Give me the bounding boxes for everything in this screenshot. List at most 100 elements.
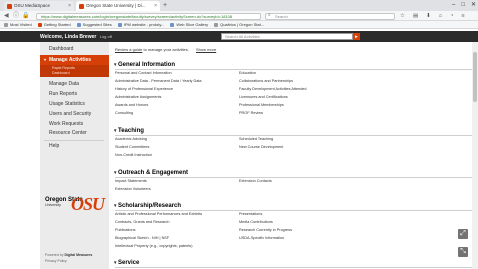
back-arrow-icon[interactable]: ◀ [4,11,9,21]
sidebar-item-manage-data[interactable]: Manage Data [40,79,109,89]
bookmark-label: Suggested Sites [82,21,112,27]
osu-logo: Oregon State University OSU [45,195,105,217]
bookmark-label: Most Visited [10,21,32,27]
section-title: Scholarship/Research [118,203,182,209]
activity-link[interactable]: Extension Volunteers [115,187,151,192]
address-bar[interactable]: https://www.digitalmeasures.com/login/or… [36,12,261,20]
intro-text: to manage your activities. [142,47,189,52]
activity-link[interactable]: Presentations [239,212,262,217]
activity-link[interactable]: Collaborations and Partnerships [239,79,293,84]
browser-tab-oregon-state[interactable]: Oregon State University | Di... × [76,1,160,11]
activity-link[interactable]: Faculty Development Activities Attended [239,87,307,92]
submenu-item-dashboard[interactable]: Dashboard [40,71,109,76]
expand-icon[interactable]: ⤢ [458,229,468,239]
activity-link[interactable]: New Course Development [239,145,283,150]
scrollbar-thumb[interactable] [473,52,477,102]
activity-link[interactable]: Contracts, Grants and Research [115,220,169,225]
show-more-link[interactable]: Show more [196,47,216,52]
maximize-button[interactable]: □ [461,0,465,11]
sidebar-item-help[interactable]: Help [40,141,109,151]
logout-link[interactable]: Log off [100,34,112,39]
bookmark-most-visited[interactable]: Most Visited [4,21,32,29]
close-window-button[interactable]: ✕ [471,0,476,11]
activity-link[interactable]: USDA-Specific Information [239,236,284,241]
bookmark-getting-started[interactable]: Getting Started [37,21,71,29]
review-guide-link[interactable]: Review a guide [115,47,142,52]
activity-search-button[interactable]: ► [353,33,360,40]
download-icon[interactable]: ⬇ [426,11,431,21]
activity-link[interactable]: Intellectual Property (e.g., copyrights,… [115,244,192,249]
activity-link[interactable]: Non-Credit Instruction [115,153,152,158]
bookmark-suggested-sites[interactable]: Suggested Sites [76,21,112,29]
app-header: Welcome, Linda Brewer Log off Search All… [0,31,478,42]
browser-search-field[interactable]: ⌕ Search [265,12,395,20]
activity-link[interactable]: Licensures and Certifications [239,95,288,100]
activity-link[interactable]: Biographical Sketch - NIH | NSF [115,236,169,241]
sidebar-item-usage-statistics[interactable]: Usage Statistics [40,99,109,109]
bookmark-label: Getting Started [43,21,71,27]
section-scholarship-research[interactable]: ▼Scholarship/Research [113,202,181,210]
browser-tab-bar: OSU MediaSpace × Oregon State University… [0,0,478,11]
welcome-text: Welcome, Linda Brewer [40,34,97,40]
activity-link[interactable]: Academic Advising [115,137,147,142]
page-scrollbar[interactable] [472,42,478,269]
clipboard-icon[interactable]: ▤ [413,11,418,21]
bookmark-icon [4,22,8,27]
sidebar-item-manage-activities[interactable]: ▾ Manage Activities [40,55,109,65]
activity-link[interactable]: Impact Statements [115,179,147,184]
section-outreach-engagement[interactable]: ▼Outreach & Engagement [113,169,188,177]
section-title: General Information [118,62,176,68]
activity-link[interactable]: Extension Contacts [239,179,272,184]
intro-line: Review a guide to manage your activities… [115,47,216,53]
activity-link[interactable]: Education [239,71,256,76]
bookmark-ipm-website[interactable]: IPM website - prototy... [117,21,164,29]
info-icon[interactable]: ⓘ [13,11,19,21]
lock-icon: 🔒 [22,13,30,19]
close-tab-icon[interactable]: × [154,1,157,11]
bookmarks-bar: Most Visited Getting Started Suggested S… [0,21,478,29]
activity-link[interactable]: Consulting [115,111,133,116]
bookmark-icon [76,22,81,27]
powered-by: Powered by Digital Measures [45,253,92,257]
section-service[interactable]: ▼Service [113,259,139,267]
tab-label: Oregon State University | Di... [86,3,146,8]
browser-toolbar: ◀ ⓘ 🔒 https://www.digitalmeasures.com/lo… [0,11,478,21]
pocket-icon[interactable]: ◔ [450,11,453,21]
new-tab-button[interactable]: + [163,2,167,10]
sidebar-item-users-and-security[interactable]: Users and Security [40,109,109,119]
sidebar-item-run-reports[interactable]: Run Reports [40,89,109,99]
sidebar-item-resource-center[interactable]: Resource Center [40,128,109,138]
activity-link[interactable]: Publications [115,228,135,233]
privacy-policy-link[interactable]: Privacy Policy [45,259,67,263]
bookmark-qualtrics[interactable]: Qualtrics | Oregon Stat... [214,21,264,29]
activity-link[interactable]: Student Committees [115,145,149,150]
activity-search-input[interactable]: Search All Activities [221,33,353,40]
section-rule [115,69,478,70]
section-teaching[interactable]: ▼Teaching [113,127,144,135]
activity-link[interactable]: Media Contributions [239,220,273,225]
sidebar-item-dashboard[interactable]: Dashboard [40,44,109,54]
tab-label: OSU MediaSpace [14,3,51,8]
activity-link[interactable]: Professional Memberships [239,103,284,108]
collapse-icon[interactable]: ⤡ [458,247,468,257]
activity-link[interactable]: Artistic and Professional Performances a… [115,212,202,217]
powered-by-brand[interactable]: Digital Measures [64,253,92,257]
star-icon[interactable]: ☆ [400,11,405,21]
activity-link[interactable]: Awards and Honors [115,103,148,108]
bookmark-web-slice-gallery[interactable]: Web Slice Gallery [170,21,208,29]
activity-link[interactable]: Personal and Contact Information [115,71,172,76]
bookmark-label: Qualtrics | Oregon Stat... [220,21,265,27]
close-tab-icon[interactable]: × [68,1,71,11]
hamburger-menu-icon[interactable]: ≡ [461,11,464,21]
activity-link[interactable]: PROF Review [239,111,263,116]
minimize-button[interactable]: – [452,0,455,11]
activity-link[interactable]: History of Professional Experience [115,87,173,92]
section-general-information[interactable]: ▼General Information [113,61,175,69]
home-icon[interactable]: ⌂ [439,11,442,21]
activity-link[interactable]: Scheduled Teaching [239,137,273,142]
activity-link[interactable]: Research Currently in Progress [239,228,292,233]
activity-link[interactable]: Administrative Data - Permanent Data / Y… [115,79,202,84]
activity-link[interactable]: Administrative Assignments [115,95,161,100]
browser-tab-mediaspace[interactable]: OSU MediaSpace × [4,1,74,11]
bookmark-icon [170,22,175,27]
